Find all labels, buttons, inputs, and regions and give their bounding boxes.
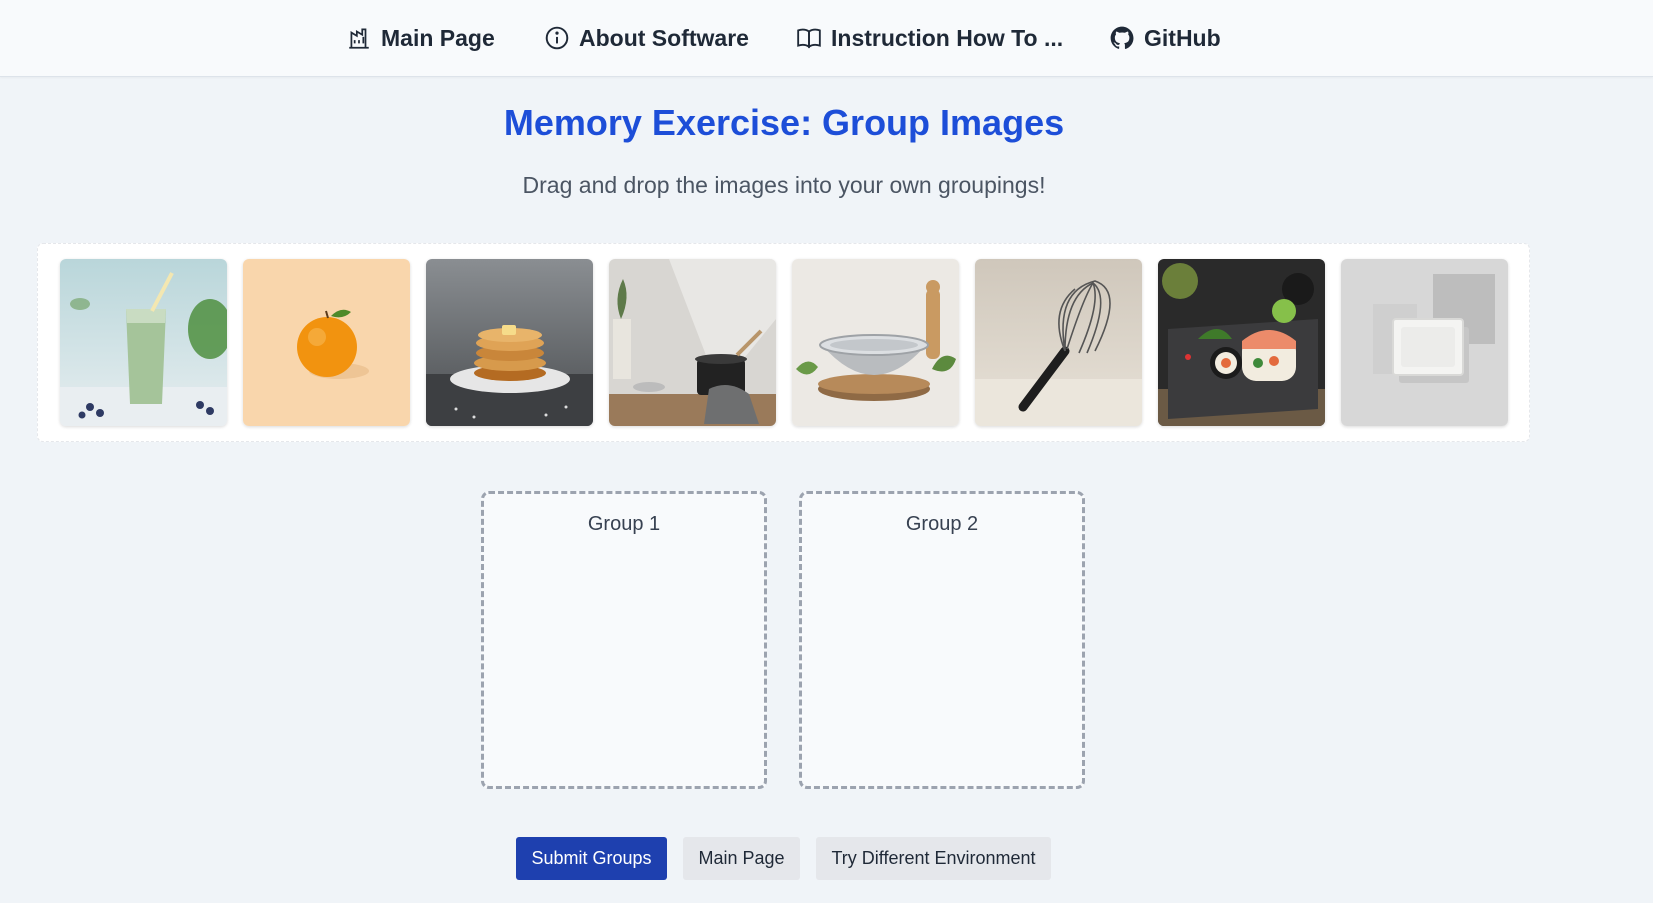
pancakes-image: [426, 259, 593, 426]
nav-github-label: GitHub: [1144, 24, 1221, 51]
image-card-kitchen-shelf[interactable]: [609, 259, 776, 426]
top-navbar: Main Page About Software Instruction How…: [0, 0, 1653, 77]
group-1-dropzone[interactable]: Group 1: [481, 491, 767, 789]
whisk-image: [975, 259, 1142, 426]
image-card-sushi[interactable]: [1158, 259, 1325, 426]
sushi-image: [1158, 259, 1325, 426]
building-chart-icon: [349, 28, 369, 49]
github-icon: [1110, 26, 1134, 49]
nav-about-software[interactable]: About Software: [544, 22, 749, 54]
image-card-whisk[interactable]: [975, 259, 1142, 426]
nav-main-page[interactable]: Main Page: [346, 22, 495, 54]
image-card-orange[interactable]: [243, 259, 410, 426]
main-page-button[interactable]: Main Page: [683, 837, 800, 880]
image-card-cutting-board[interactable]: [1341, 259, 1508, 426]
group-2-dropzone[interactable]: Group 2: [799, 491, 1085, 789]
group-2-label: Group 2: [905, 513, 979, 535]
nav-instructions-label: Instruction How To ...: [831, 24, 1064, 51]
nav-about-software-label: About Software: [579, 24, 749, 51]
colander-image: [792, 259, 959, 426]
cutting-board-image: [1341, 259, 1508, 426]
try-different-environment-button[interactable]: Try Different Environment: [816, 837, 1051, 880]
image-card-colander[interactable]: [792, 259, 959, 426]
image-pool[interactable]: [37, 243, 1530, 442]
orange-image: [243, 259, 410, 426]
smoothie-image: [60, 259, 227, 426]
nav-main-page-label: Main Page: [381, 24, 495, 51]
page-subtitle: Drag and drop the images into your own g…: [522, 172, 1046, 198]
info-circle-icon: [545, 26, 569, 50]
image-card-smoothie[interactable]: [60, 259, 227, 426]
image-card-pancakes[interactable]: [426, 259, 593, 426]
nav-instructions[interactable]: Instruction How To ...: [796, 22, 1063, 54]
open-book-icon: [797, 28, 821, 49]
submit-groups-button[interactable]: Submit Groups: [516, 837, 667, 880]
kitchen-shelf-image: [609, 259, 776, 426]
nav-github[interactable]: GitHub: [1109, 22, 1221, 54]
page-title: Memory Exercise: Group Images: [503, 102, 1065, 143]
group-1-label: Group 1: [587, 513, 661, 535]
